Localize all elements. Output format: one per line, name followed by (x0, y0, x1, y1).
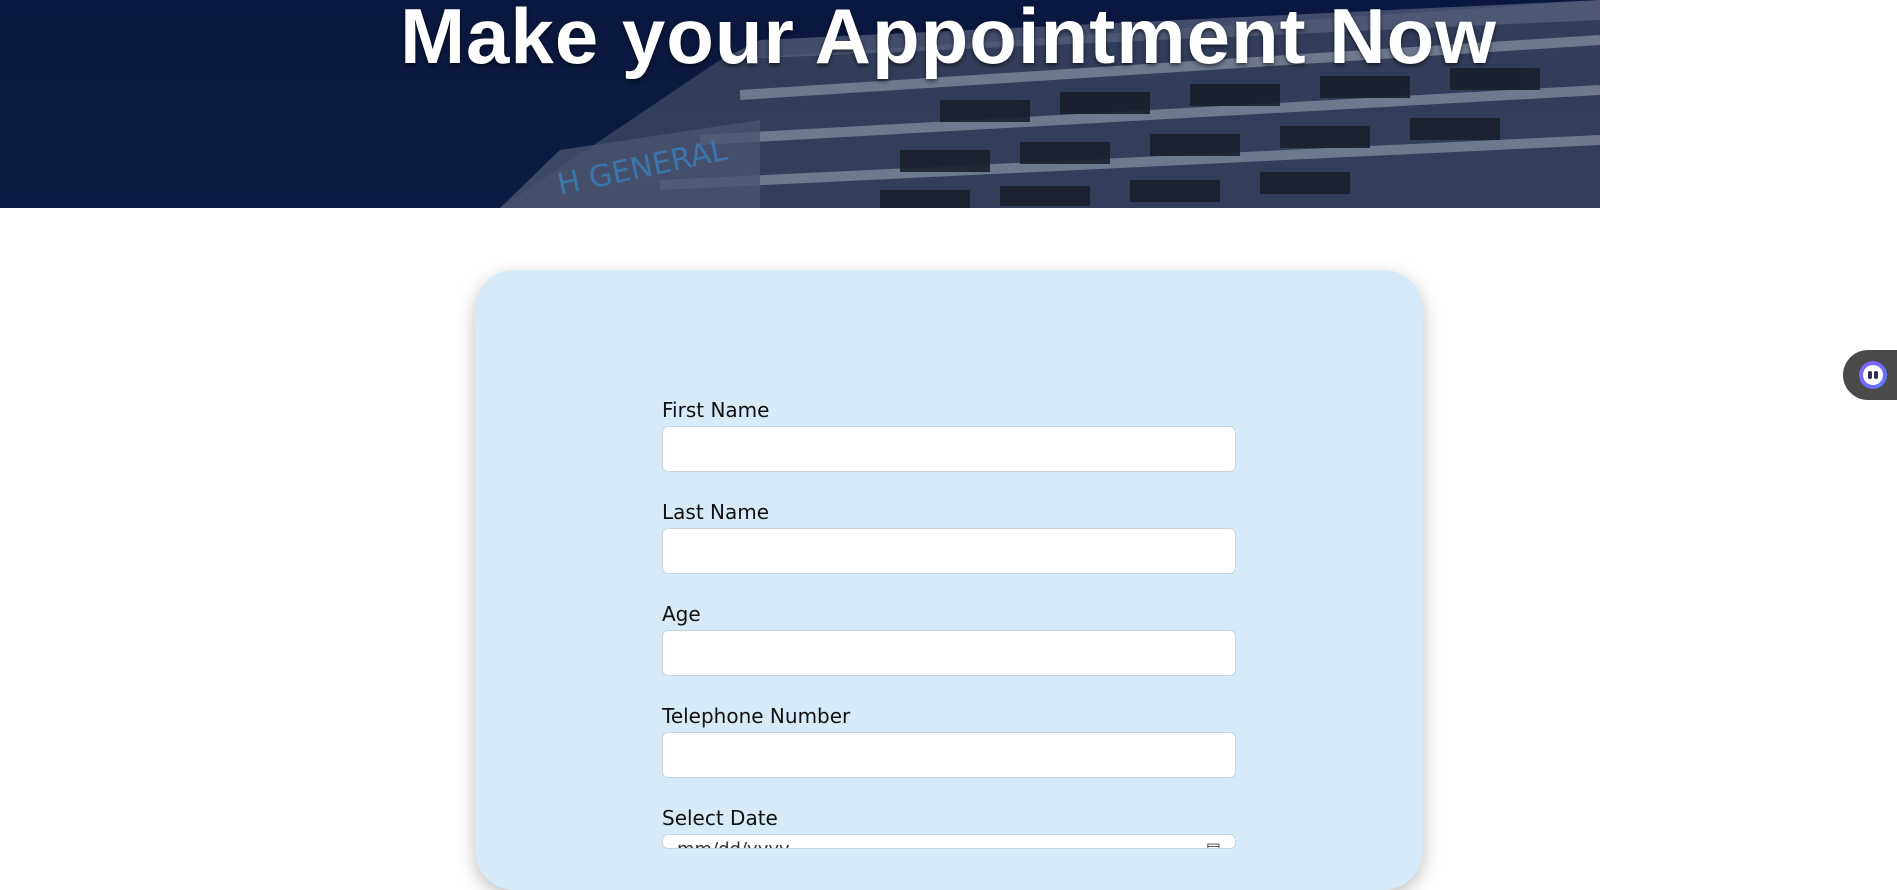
telephone-label: Telephone Number (662, 704, 851, 728)
age-input[interactable] (662, 630, 1236, 676)
assistant-bot-icon (1859, 361, 1887, 389)
last-name-label: Last Name (662, 500, 770, 524)
telephone-input[interactable] (662, 732, 1236, 778)
date-input[interactable]: mm/dd/yyyy ▤ (662, 834, 1236, 849)
select-date-label: Select Date (662, 806, 778, 830)
first-name-label: First Name (662, 398, 770, 422)
first-name-input[interactable] (662, 426, 1236, 472)
age-label: Age (662, 602, 701, 626)
calendar-icon[interactable]: ▤ (1206, 839, 1221, 848)
appointment-form-card (475, 270, 1423, 890)
assistant-widget-tab[interactable] (1843, 350, 1897, 400)
date-placeholder: mm/dd/yyyy (677, 839, 790, 848)
page-title: Make your Appointment Now (400, 0, 1497, 80)
last-name-input[interactable] (662, 528, 1236, 574)
hero-banner: H GENERAL Make your Appointment Now (0, 0, 1600, 208)
